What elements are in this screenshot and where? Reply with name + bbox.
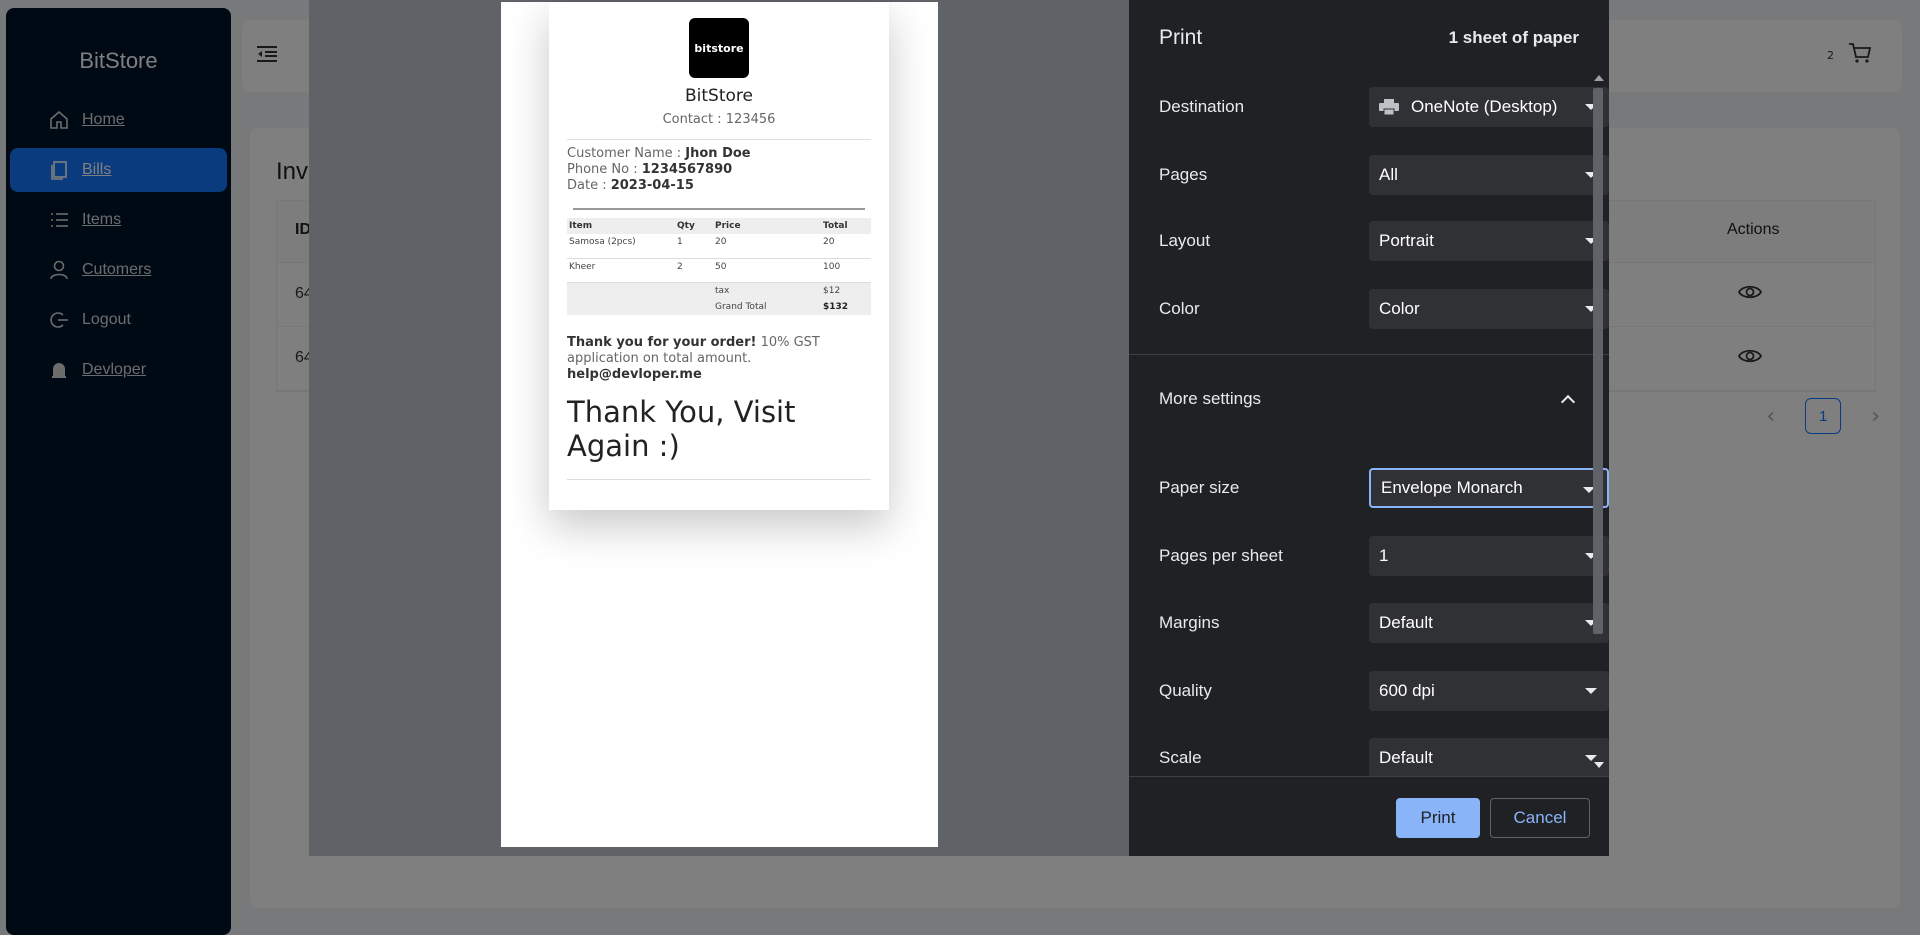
print-settings-panel: Print 1 sheet of paper Destination OneNo… bbox=[1129, 0, 1609, 856]
quality-label: Quality bbox=[1159, 681, 1212, 700]
chevron-up-icon bbox=[1560, 394, 1576, 410]
print-dialog: bitstore BitStore Contact : 123456 Custo… bbox=[309, 0, 1609, 856]
scrollbar-thumb[interactable] bbox=[1593, 88, 1603, 634]
visit-again-text: Thank You, Visit Again :) bbox=[567, 395, 796, 463]
scroll-up-arrow-icon[interactable] bbox=[1594, 75, 1604, 81]
more-settings-label: More settings bbox=[1159, 389, 1262, 408]
thanks-bold: Thank you for your order! bbox=[567, 335, 757, 350]
store-logo: bitstore bbox=[689, 18, 749, 78]
layout-value: Portrait bbox=[1379, 231, 1434, 250]
receipt-contact: Contact : 123456 bbox=[662, 112, 776, 127]
scale-value: Default bbox=[1379, 748, 1433, 767]
item-qty: 2 bbox=[677, 261, 683, 272]
customer-label: Customer Name : bbox=[567, 146, 686, 161]
pages-per-sheet-row: Pages per sheet 1 bbox=[1159, 536, 1609, 576]
print-preview: bitstore BitStore Contact : 123456 Custo… bbox=[501, 2, 938, 847]
customer-info: Customer Name : Jhon Doe Phone No : 1234… bbox=[567, 146, 871, 194]
layout-row: Layout Portrait bbox=[1159, 221, 1609, 261]
tax-label: tax bbox=[713, 282, 821, 299]
scale-row: Scale Default bbox=[1159, 738, 1609, 776]
destination-select[interactable]: OneNote (Desktop) bbox=[1369, 87, 1609, 127]
destination-row: Destination OneNote (Desktop) bbox=[1159, 87, 1609, 127]
thanks-note: Thank you for your order! 10% GST applic… bbox=[567, 335, 871, 383]
scale-select[interactable]: Default bbox=[1369, 738, 1609, 776]
item-price: 20 bbox=[715, 237, 727, 247]
item-name: Samosa (2pcs) bbox=[569, 237, 636, 247]
margins-value: Default bbox=[1379, 613, 1433, 632]
support-email: help@devloper.me bbox=[567, 367, 702, 382]
col-price: Price bbox=[713, 218, 821, 234]
tax-row: tax $12 bbox=[567, 282, 871, 299]
date-label: Date : bbox=[567, 178, 611, 193]
settings-scrollbar[interactable] bbox=[1591, 70, 1605, 776]
color-select[interactable]: Color bbox=[1369, 289, 1609, 329]
scroll-down-arrow-icon[interactable] bbox=[1594, 762, 1604, 768]
item-name: Kheer bbox=[569, 261, 596, 272]
table-header-row: Item Qty Price Total bbox=[567, 218, 871, 234]
margins-row: Margins Default bbox=[1159, 603, 1609, 643]
pages-row: Pages All bbox=[1159, 155, 1609, 195]
item-total: 100 bbox=[823, 261, 841, 272]
receipt: bitstore BitStore Contact : 123456 Custo… bbox=[549, 2, 889, 510]
pages-select[interactable]: All bbox=[1369, 155, 1609, 195]
col-qty: Qty bbox=[675, 218, 713, 234]
grand-total-row: Grand Total $132 bbox=[567, 299, 871, 315]
layout-select[interactable]: Portrait bbox=[1369, 221, 1609, 261]
destination-value: OneNote (Desktop) bbox=[1411, 97, 1558, 116]
pages-value: All bbox=[1379, 165, 1398, 184]
phone-number: 1234567890 bbox=[641, 162, 733, 177]
paper-size-select[interactable]: Envelope Monarch bbox=[1369, 468, 1609, 508]
pages-label: Pages bbox=[1159, 165, 1208, 184]
row-spacer bbox=[567, 274, 871, 283]
scale-label: Scale bbox=[1159, 748, 1202, 767]
sheet-count: 1 sheet of paper bbox=[1448, 28, 1579, 47]
grand-total-label: Grand Total bbox=[713, 299, 821, 315]
divider bbox=[1129, 354, 1609, 355]
pages-per-sheet-value: 1 bbox=[1379, 546, 1389, 565]
receipt-title: BitStore bbox=[685, 86, 753, 106]
print-button[interactable]: Print bbox=[1396, 798, 1480, 838]
pages-per-sheet-select[interactable]: 1 bbox=[1369, 536, 1609, 576]
phone-label: Phone No : bbox=[567, 162, 642, 177]
divider bbox=[573, 208, 865, 210]
cancel-button[interactable]: Cancel bbox=[1490, 798, 1590, 838]
table-row: Samosa (2pcs) 1 20 20 bbox=[567, 234, 871, 250]
paper-size-row: Paper size Envelope Monarch bbox=[1159, 468, 1609, 508]
layout-label: Layout bbox=[1159, 231, 1211, 250]
color-label: Color bbox=[1159, 299, 1200, 318]
item-price: 50 bbox=[715, 261, 727, 272]
item-qty: 1 bbox=[677, 237, 683, 247]
destination-label: Destination bbox=[1159, 97, 1245, 116]
margins-select[interactable]: Default bbox=[1369, 603, 1609, 643]
color-value: Color bbox=[1379, 299, 1420, 318]
row-spacer bbox=[567, 250, 871, 259]
col-total: Total bbox=[821, 218, 871, 234]
margins-label: Margins bbox=[1159, 613, 1220, 632]
paper-size-value: Envelope Monarch bbox=[1381, 478, 1523, 497]
tax-value: $12 bbox=[821, 282, 871, 299]
quality-select[interactable]: 600 dpi bbox=[1369, 671, 1609, 711]
pages-per-sheet-label: Pages per sheet bbox=[1159, 546, 1283, 565]
settings-scroll-area[interactable]: Destination OneNote (Desktop) Pages All … bbox=[1129, 70, 1609, 776]
color-row: Color Color bbox=[1159, 289, 1609, 329]
more-settings-toggle[interactable]: More settings bbox=[1159, 379, 1579, 419]
grand-total-value: $132 bbox=[821, 299, 871, 315]
receipt-items-table: Item Qty Price Total Samosa (2pcs) 1 20 … bbox=[567, 218, 871, 315]
table-row: Kheer 2 50 100 bbox=[567, 258, 871, 275]
divider bbox=[567, 139, 871, 140]
printer-icon bbox=[1379, 99, 1399, 116]
logo-text: bitstore bbox=[694, 41, 744, 55]
col-item: Item bbox=[567, 218, 675, 234]
quality-value: 600 dpi bbox=[1379, 681, 1435, 700]
paper-size-label: Paper size bbox=[1159, 478, 1240, 497]
receipt-date: 2023-04-15 bbox=[610, 178, 694, 193]
divider bbox=[1129, 776, 1609, 777]
customer-name: Jhon Doe bbox=[685, 146, 751, 161]
divider bbox=[567, 479, 871, 480]
item-total: 20 bbox=[823, 237, 835, 247]
print-title: Print bbox=[1159, 26, 1203, 49]
quality-row: Quality 600 dpi bbox=[1159, 671, 1609, 711]
